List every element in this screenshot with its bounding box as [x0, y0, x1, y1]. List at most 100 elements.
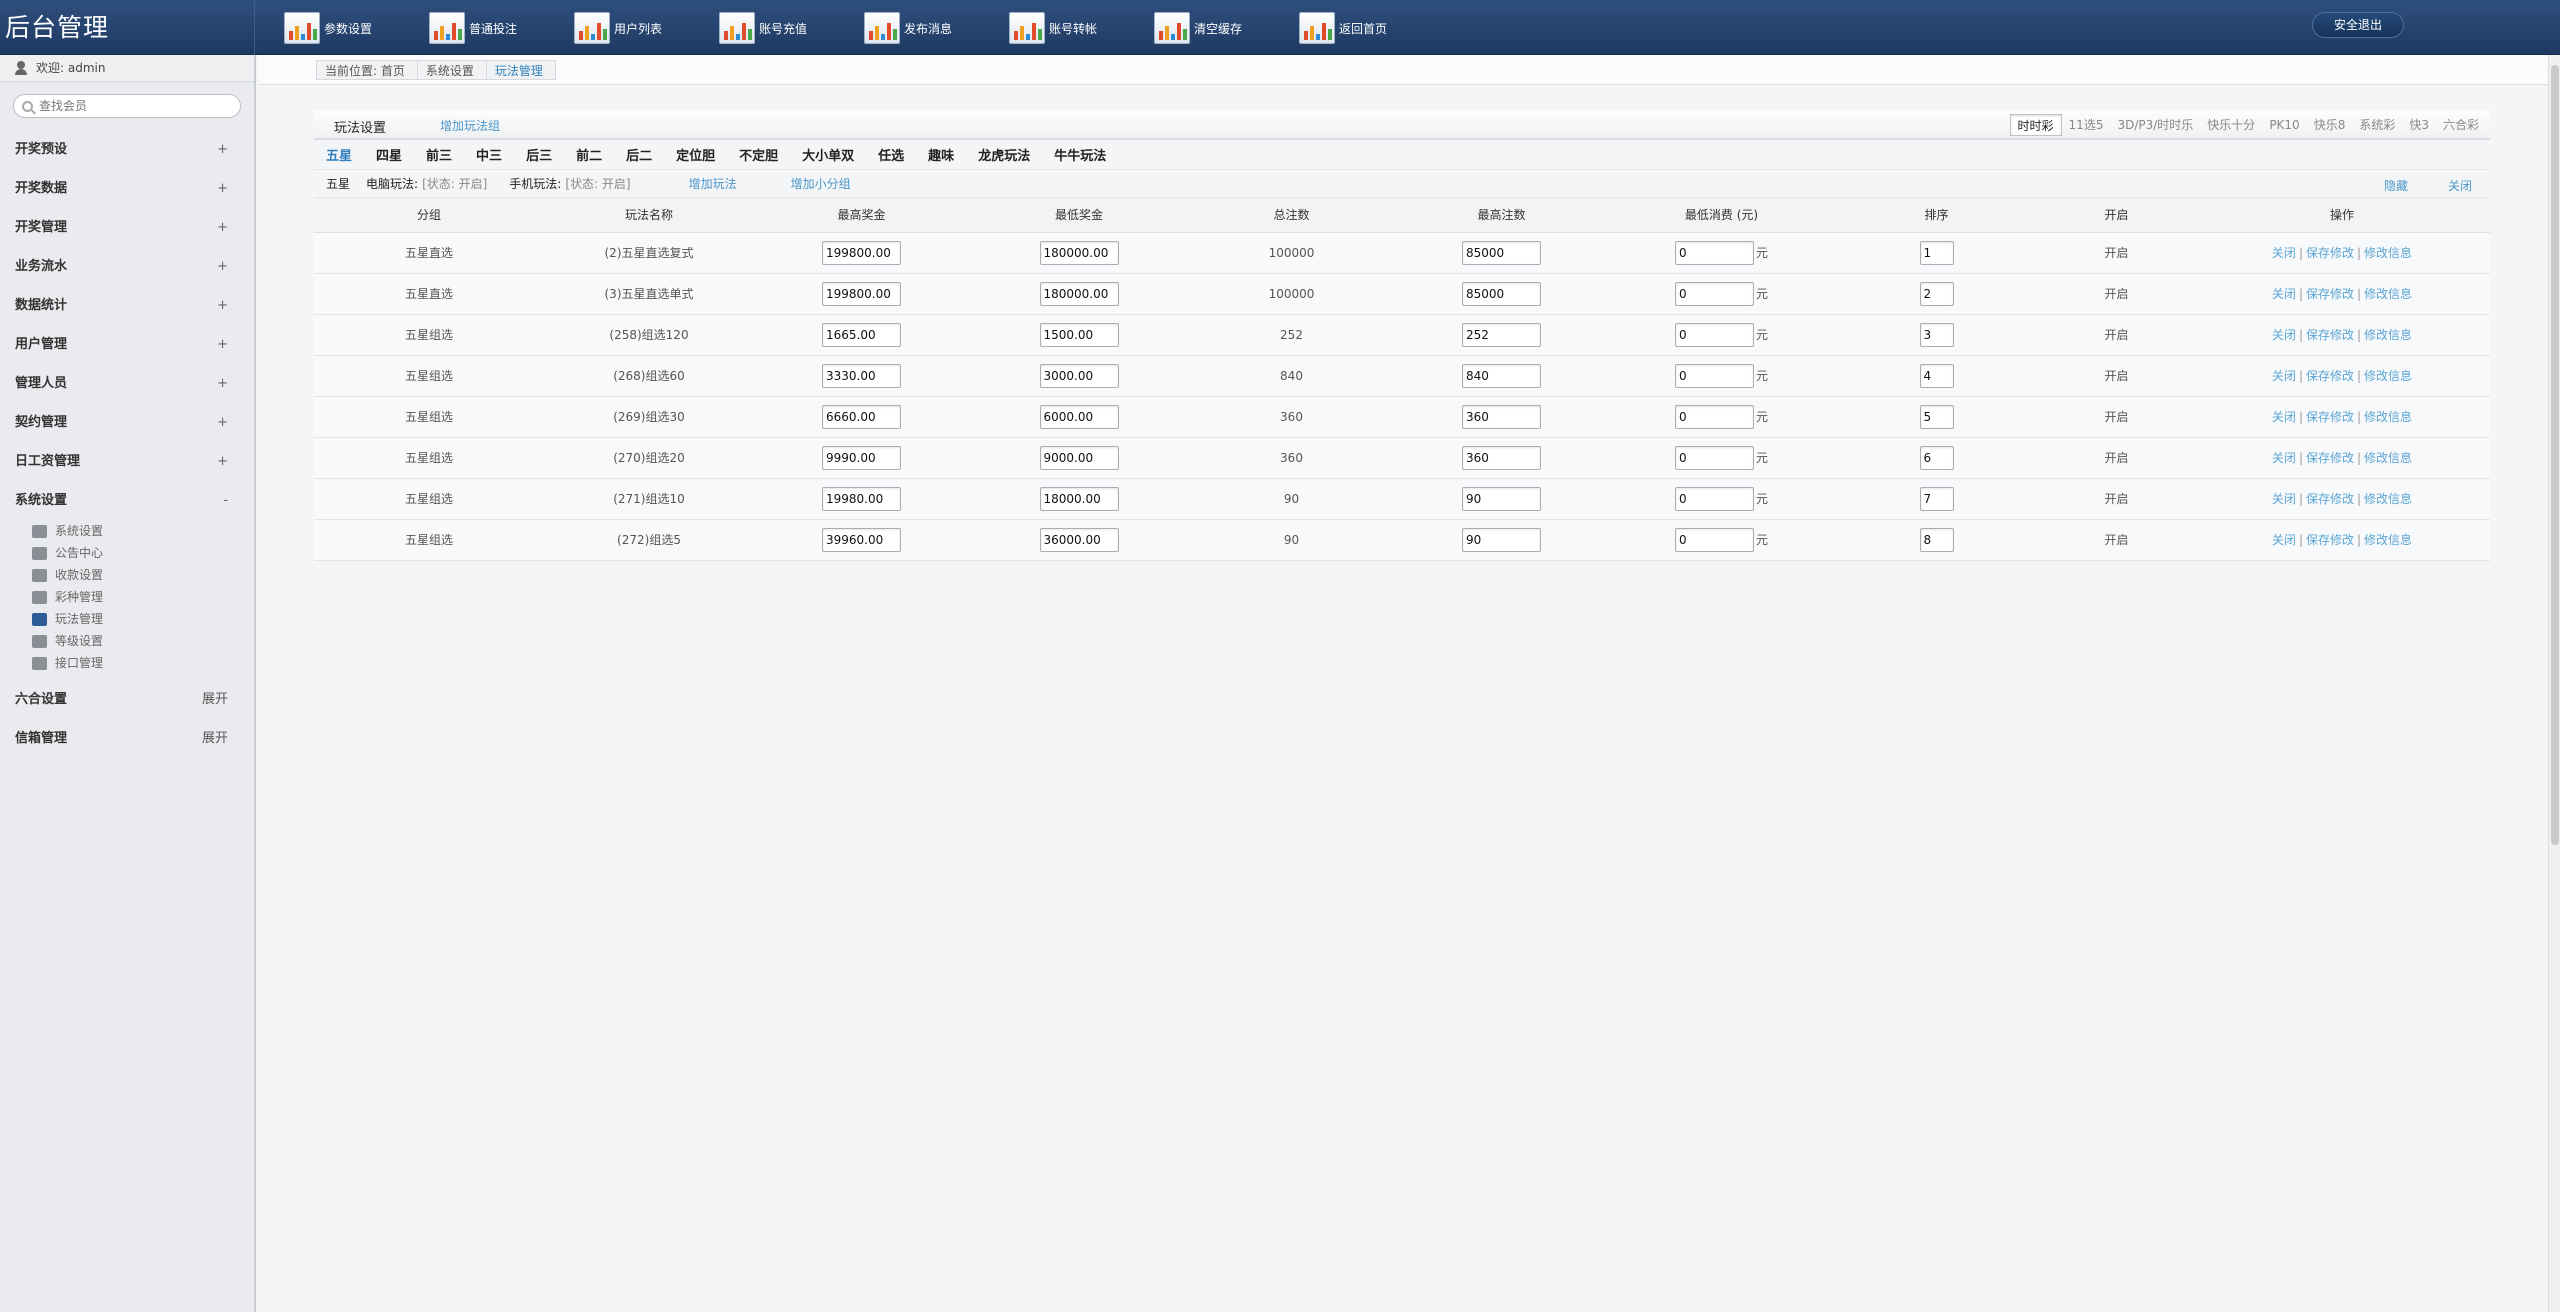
play-tab[interactable]: 前三: [426, 145, 452, 164]
lottery-tab[interactable]: 时时彩: [2009, 114, 2062, 136]
add-play-link[interactable]: 增加玩法: [689, 175, 737, 192]
sidebar-subitem[interactable]: 玩法管理: [0, 608, 254, 630]
sidebar-item[interactable]: 契约管理 +: [0, 403, 254, 442]
close-play-link[interactable]: 关闭: [2272, 451, 2296, 465]
breadcrumb-item[interactable]: 当前位置: 首页: [316, 60, 418, 80]
max-prize-input[interactable]: [822, 322, 901, 347]
topnav-item[interactable]: 发布消息: [864, 8, 1009, 48]
add-play-group-link[interactable]: 增加玩法组: [440, 117, 500, 134]
sidebar-subitem[interactable]: 彩种管理: [0, 586, 254, 608]
topnav-item[interactable]: 账号充值: [719, 8, 864, 48]
lottery-tab[interactable]: 快3: [2402, 114, 2436, 136]
edit-info-link[interactable]: 修改信息: [2364, 533, 2412, 547]
max-bets-input[interactable]: [1462, 281, 1541, 306]
order-input[interactable]: [1919, 527, 1954, 552]
sidebar-item[interactable]: 开奖管理 +: [0, 208, 254, 247]
sidebar-item[interactable]: 系统设置 -: [0, 481, 254, 520]
edit-info-link[interactable]: 修改信息: [2364, 451, 2412, 465]
edit-info-link[interactable]: 修改信息: [2364, 369, 2412, 383]
play-tab[interactable]: 趣味: [928, 145, 954, 164]
max-bets-input[interactable]: [1462, 240, 1541, 265]
order-input[interactable]: [1919, 404, 1954, 429]
close-play-link[interactable]: 关闭: [2272, 328, 2296, 342]
topnav-item[interactable]: 清空缓存: [1154, 8, 1299, 48]
min-prize-input[interactable]: [1039, 322, 1119, 347]
play-tab[interactable]: 牛牛玩法: [1054, 145, 1106, 164]
play-tab[interactable]: 不定胆: [739, 145, 778, 164]
play-tab[interactable]: 龙虎玩法: [978, 145, 1030, 164]
close-play-link[interactable]: 关闭: [2272, 492, 2296, 506]
sidebar-item[interactable]: 日工资管理 +: [0, 442, 254, 481]
save-changes-link[interactable]: 保存修改: [2306, 492, 2354, 506]
order-input[interactable]: [1919, 240, 1954, 265]
sidebar-item[interactable]: 开奖数据 +: [0, 169, 254, 208]
sidebar-item[interactable]: 管理人员 +: [0, 364, 254, 403]
min-cost-input[interactable]: [1674, 240, 1754, 265]
max-bets-input[interactable]: [1462, 486, 1541, 511]
topnav-item[interactable]: 账号转帐: [1009, 8, 1154, 48]
hide-link[interactable]: 隐藏: [2384, 177, 2408, 194]
save-changes-link[interactable]: 保存修改: [2306, 410, 2354, 424]
sidebar-subitem[interactable]: 公告中心: [0, 542, 254, 564]
member-search-input[interactable]: [39, 99, 229, 113]
order-input[interactable]: [1919, 486, 1954, 511]
play-tab[interactable]: 任选: [878, 145, 904, 164]
max-bets-input[interactable]: [1462, 527, 1541, 552]
max-prize-input[interactable]: [822, 363, 901, 388]
lottery-tab[interactable]: 六合彩: [2436, 114, 2486, 136]
close-play-link[interactable]: 关闭: [2272, 369, 2296, 383]
sidebar-subitem[interactable]: 系统设置: [0, 520, 254, 542]
min-prize-input[interactable]: [1039, 527, 1119, 552]
min-prize-input[interactable]: [1039, 363, 1119, 388]
max-bets-input[interactable]: [1462, 404, 1541, 429]
max-bets-input[interactable]: [1462, 363, 1541, 388]
min-prize-input[interactable]: [1039, 281, 1119, 306]
scrollbar-thumb[interactable]: [2551, 65, 2559, 845]
min-cost-input[interactable]: [1674, 527, 1754, 552]
max-prize-input[interactable]: [822, 281, 901, 306]
topnav-item[interactable]: 参数设置: [284, 8, 429, 48]
order-input[interactable]: [1919, 322, 1954, 347]
max-prize-input[interactable]: [822, 527, 901, 552]
save-changes-link[interactable]: 保存修改: [2306, 328, 2354, 342]
lottery-tab[interactable]: PK10: [2262, 114, 2306, 136]
play-tab[interactable]: 四星: [376, 145, 402, 164]
play-tab[interactable]: 前二: [576, 145, 602, 164]
lottery-tab[interactable]: 快乐十分: [2200, 114, 2262, 136]
order-input[interactable]: [1919, 363, 1954, 388]
sidebar-subitem[interactable]: 收款设置: [0, 564, 254, 586]
min-prize-input[interactable]: [1039, 486, 1119, 511]
save-changes-link[interactable]: 保存修改: [2306, 287, 2354, 301]
sidebar-item[interactable]: 六合设置 展开: [0, 680, 254, 719]
min-cost-input[interactable]: [1674, 404, 1754, 429]
min-prize-input[interactable]: [1039, 404, 1119, 429]
save-changes-link[interactable]: 保存修改: [2306, 533, 2354, 547]
close-link[interactable]: 关闭: [2448, 177, 2472, 194]
vertical-scrollbar[interactable]: [2548, 55, 2560, 1312]
lottery-tab[interactable]: 快乐8: [2307, 114, 2353, 136]
sidebar-item[interactable]: 业务流水 +: [0, 247, 254, 286]
sidebar-item[interactable]: 用户管理 +: [0, 325, 254, 364]
max-prize-input[interactable]: [822, 486, 901, 511]
close-play-link[interactable]: 关闭: [2272, 533, 2296, 547]
save-changes-link[interactable]: 保存修改: [2306, 451, 2354, 465]
add-subgroup-link[interactable]: 增加小分组: [791, 175, 851, 192]
sidebar-item[interactable]: 数据统计 +: [0, 286, 254, 325]
sidebar-item[interactable]: 信箱管理 展开: [0, 719, 254, 758]
max-prize-input[interactable]: [822, 240, 901, 265]
topnav-item[interactable]: 用户列表: [574, 8, 719, 48]
edit-info-link[interactable]: 修改信息: [2364, 328, 2412, 342]
play-tab[interactable]: 大小单双: [802, 145, 854, 164]
sidebar-subitem[interactable]: 接口管理: [0, 652, 254, 674]
max-prize-input[interactable]: [822, 445, 901, 470]
lottery-tab[interactable]: 3D/P3/时时乐: [2110, 114, 2200, 136]
edit-info-link[interactable]: 修改信息: [2364, 410, 2412, 424]
logout-button[interactable]: 安全退出: [2312, 12, 2404, 38]
play-tab[interactable]: 后三: [526, 145, 552, 164]
max-bets-input[interactable]: [1462, 322, 1541, 347]
topnav-item[interactable]: 普通投注: [429, 8, 574, 48]
topnav-item[interactable]: 返回首页: [1299, 8, 1444, 48]
lottery-tab[interactable]: 系统彩: [2352, 114, 2402, 136]
max-bets-input[interactable]: [1462, 445, 1541, 470]
max-prize-input[interactable]: [822, 404, 901, 429]
